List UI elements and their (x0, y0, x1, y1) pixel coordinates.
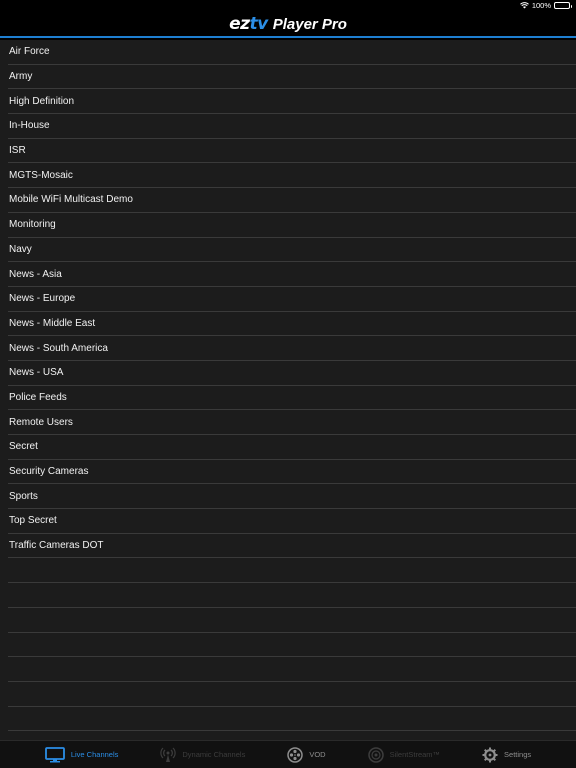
channel-label: News - Asia (9, 268, 62, 280)
channel-label: ISR (9, 145, 26, 157)
channel-label: Top Secret (9, 515, 57, 527)
channel-label: In-House (9, 120, 50, 132)
status-bar: 100% (0, 0, 576, 12)
empty-row (8, 558, 576, 584)
channel-label: Navy (9, 243, 32, 255)
channel-label: Sports (9, 490, 38, 502)
channel-row[interactable]: Security Cameras (8, 460, 576, 485)
app-logo: eztv Player Pro (229, 14, 347, 34)
channel-list[interactable]: Air Force Army High Definition In-House ISR M… (0, 40, 576, 740)
channel-label: Air Force (9, 46, 50, 58)
channel-row[interactable]: ISR (8, 139, 576, 164)
empty-row (8, 657, 576, 682)
logo-player-pro-text: Player Pro (272, 15, 347, 33)
broadcast-icon (160, 747, 177, 763)
channel-label: News - Europe (9, 293, 76, 305)
channel-row[interactable]: Police Feeds (8, 386, 576, 411)
channel-row[interactable]: Army (8, 65, 576, 90)
film-reel-icon (287, 746, 304, 763)
channel-label: Monitoring (9, 219, 56, 231)
tab-settings[interactable]: Settings (461, 741, 552, 768)
channel-label: News - Middle East (9, 317, 96, 329)
channel-row[interactable]: High Definition (8, 89, 576, 115)
channel-row[interactable]: In-House (8, 114, 576, 139)
channel-row[interactable]: Monitoring (8, 213, 576, 238)
channel-row[interactable]: Air Force (8, 40, 576, 65)
tab-label: SilentStream™ (389, 750, 441, 759)
channel-label: News - USA (9, 367, 64, 379)
tab-label: Dynamic Channels (182, 750, 246, 759)
battery-icon (554, 2, 572, 9)
channel-row[interactable]: Top Secret (8, 509, 576, 534)
channel-label: News - South America (9, 342, 108, 354)
channel-label: MGTS-Mosaic (9, 169, 73, 181)
channel-label: Mobile WiFi Multicast Demo (9, 194, 133, 206)
channel-label: Army (9, 71, 33, 83)
tab-label: VOD (309, 750, 326, 759)
channel-row[interactable]: Traffic Cameras DOT (8, 534, 576, 559)
empty-row (8, 682, 576, 707)
logo-ez-text: ez (229, 14, 250, 34)
gear-icon (482, 747, 498, 763)
empty-row (8, 583, 576, 608)
tab-label: Settings (504, 750, 532, 759)
channel-row[interactable]: MGTS-Mosaic (8, 163, 576, 189)
channel-label: Remote Users (9, 416, 73, 428)
empty-row (8, 731, 576, 740)
app-header: eztv Player Pro (0, 12, 576, 38)
channel-row[interactable]: Navy (8, 238, 576, 263)
tab-label: Live Channels (70, 750, 119, 759)
channel-label: Traffic Cameras DOT (9, 540, 104, 552)
channel-row[interactable]: Mobile WiFi Multicast Demo (8, 188, 576, 213)
empty-row (8, 633, 576, 658)
tab-bar: Live Channels Dynamic Channels VOD SilentSt… (0, 740, 576, 768)
empty-row (8, 608, 576, 633)
channel-row[interactable]: News - Europe (8, 287, 576, 312)
tab-vod[interactable]: VOD (266, 741, 346, 768)
channel-label: Secret (9, 441, 38, 453)
tab-dynamic-channels[interactable]: Dynamic Channels (139, 741, 266, 768)
battery-percentage: 100% (531, 1, 551, 10)
tv-icon (44, 746, 65, 763)
channel-row[interactable]: News - South America (8, 336, 576, 361)
channel-row[interactable]: News - Asia (8, 262, 576, 287)
logo-tv-text: tv (249, 14, 269, 34)
channel-row[interactable]: Sports (8, 484, 576, 510)
wifi-icon (519, 2, 529, 9)
silent-stream-icon (367, 746, 384, 763)
channel-label: High Definition (9, 95, 75, 107)
tab-silentstream[interactable]: SilentStream™ (347, 741, 461, 768)
channel-label: Security Cameras (9, 466, 89, 478)
channel-row[interactable]: News - USA (8, 361, 576, 386)
channel-row[interactable]: Secret (8, 435, 576, 460)
status-indicators: 100% (519, 1, 572, 10)
channel-row[interactable]: News - Middle East (8, 312, 576, 337)
tab-live-channels[interactable]: Live Channels (24, 741, 140, 768)
empty-row (8, 707, 576, 732)
channel-label: Police Feeds (9, 391, 67, 403)
channel-row[interactable]: Remote Users (8, 410, 576, 435)
